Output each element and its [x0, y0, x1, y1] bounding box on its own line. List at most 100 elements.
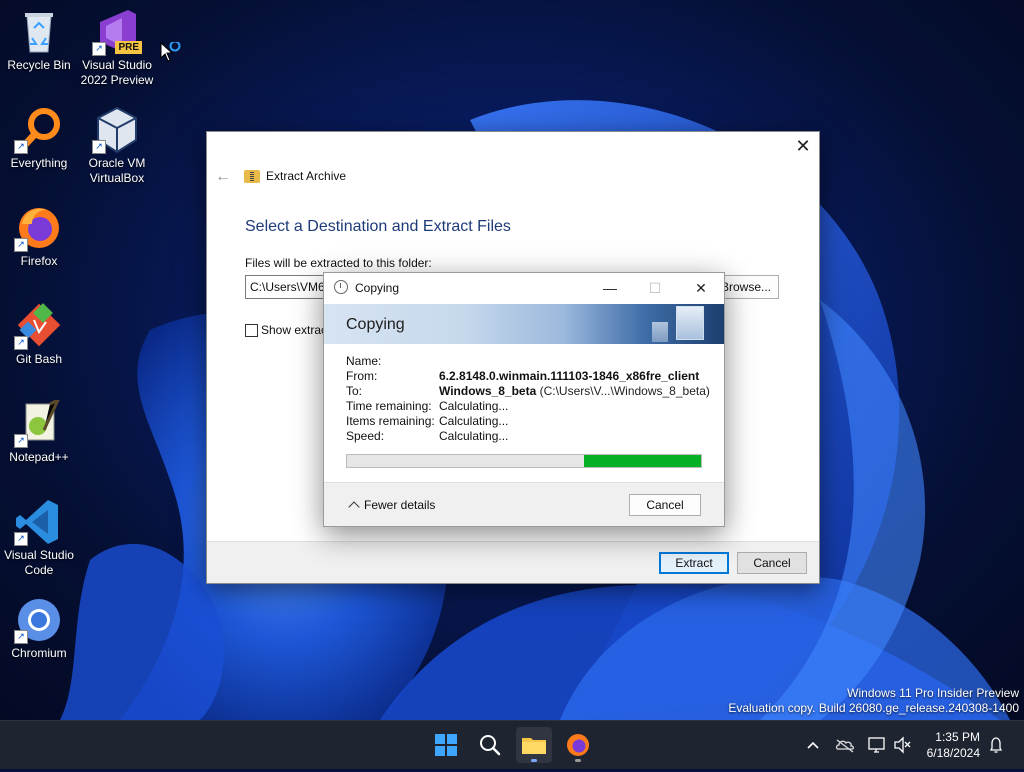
- file-explorer-icon: [522, 738, 546, 754]
- copy-progress-bar: [346, 454, 702, 468]
- progress-fill: [584, 455, 701, 467]
- banner-decoration: [676, 306, 704, 340]
- recycle-bin-icon: [14, 8, 64, 56]
- onedrive-tray[interactable]: [834, 721, 856, 769]
- start-button[interactable]: [428, 727, 464, 763]
- shortcut-arrow-icon: ↗: [14, 336, 28, 350]
- desktop-icon-label: Everything: [10, 156, 68, 170]
- desktop-icon-label: Firefox: [20, 254, 58, 268]
- search-icon: [480, 735, 501, 756]
- shortcut-arrow-icon: ↗: [14, 630, 28, 644]
- maximize-button: ☐: [648, 280, 662, 296]
- copying-banner: Copying: [324, 304, 724, 344]
- desktop-icon-label: Git Bash: [15, 352, 63, 366]
- desktop-icon-recycle-bin[interactable]: Recycle Bin: [0, 8, 78, 73]
- time-label: Time remaining:: [346, 399, 432, 413]
- time-value: Calculating...: [439, 399, 509, 413]
- copying-dialog: Copying — ☐ ✕ Copying Name: From: 6.2.814…: [323, 272, 725, 527]
- desktop-icon-visual-studio-preview[interactable]: PRE ↗ Visual Studio 2022 Preview: [78, 8, 156, 88]
- tray-overflow-button[interactable]: [804, 721, 822, 769]
- vscode-icon: ↗: [14, 498, 64, 546]
- running-indicator: [531, 759, 537, 762]
- fewer-details-label: Fewer details: [364, 498, 436, 512]
- desktop-icon-vscode[interactable]: ↗ Visual Studio Code: [0, 498, 78, 578]
- desktop-icon-everything[interactable]: ↗ Everything: [0, 106, 78, 171]
- taskbar-file-explorer[interactable]: [516, 727, 552, 763]
- copying-titlebar: Copying — ☐ ✕: [324, 273, 724, 303]
- wizard-footer: Extract Cancel: [207, 541, 819, 583]
- to-path: (C:\Users\V...\Windows_8_beta): [539, 384, 710, 398]
- notifications-button[interactable]: [986, 721, 1006, 769]
- cancel-button[interactable]: Cancel: [737, 552, 807, 574]
- desktop-icon-label: Visual Studio 2022 Preview: [80, 58, 154, 87]
- shortcut-arrow-icon: ↗: [14, 238, 28, 252]
- dialog-title: Copying: [355, 281, 400, 295]
- notepad-plus-plus-icon: ↗: [14, 396, 64, 448]
- wizard-title: Extract Archive: [244, 169, 346, 183]
- to-label: To:: [346, 384, 363, 398]
- close-button[interactable]: ✕: [686, 277, 716, 299]
- page-heading: Select a Destination and Extract Files: [245, 218, 511, 235]
- taskbar: 1:35 PM 6/18/2024: [0, 720, 1024, 769]
- zip-folder-icon: [244, 169, 260, 183]
- to-value: Windows_8_beta: [439, 384, 537, 398]
- items-label: Items remaining:: [346, 414, 435, 428]
- back-arrow-icon[interactable]: ←: [215, 168, 231, 186]
- watermark-line-1: Windows 11 Pro Insider Preview: [847, 686, 1019, 700]
- items-value: Calculating...: [439, 414, 509, 428]
- speed-row: Speed: Calculating...: [346, 429, 710, 444]
- clock-icon: [334, 280, 348, 294]
- cloud-offline-icon: [835, 739, 855, 753]
- system-clock[interactable]: 1:35 PM 6/18/2024: [918, 729, 980, 761]
- from-row: From: 6.2.8148.0.winmain.111103-1846_x86f…: [346, 369, 710, 384]
- from-value: 6.2.8148.0.winmain.111103-1846_x86fre_cl…: [439, 369, 700, 383]
- volume-tray[interactable]: [892, 721, 912, 769]
- shortcut-arrow-icon: ↗: [92, 140, 106, 154]
- chromium-icon: ↗: [14, 596, 64, 644]
- desktop-icon-git-bash[interactable]: ↗ Git Bash: [0, 302, 78, 367]
- chevron-up-icon: [807, 741, 819, 749]
- git-bash-icon: ↗: [14, 302, 64, 350]
- destination-label: Files will be extracted to this folder:: [245, 256, 432, 270]
- desktop-icon-chromium[interactable]: ↗ Chromium: [0, 596, 78, 661]
- clock-time: 1:35 PM: [935, 730, 980, 744]
- desktop-icon-label: Notepad++: [9, 450, 69, 464]
- shortcut-arrow-icon: ↗: [14, 532, 28, 546]
- firefox-icon: [567, 734, 589, 756]
- network-monitor-icon: [868, 737, 885, 753]
- speed-label: Speed:: [346, 429, 385, 443]
- network-tray[interactable]: [866, 721, 888, 769]
- taskbar-firefox[interactable]: [560, 727, 596, 763]
- items-row: Items remaining: Calculating...: [346, 414, 710, 429]
- to-row: To: Windows_8_beta (C:\Users\V...\Windows…: [346, 384, 710, 399]
- windows-logo-icon: [435, 734, 457, 756]
- name-row: Name:: [346, 354, 710, 369]
- busy-cursor-icon: [160, 40, 184, 69]
- extract-button[interactable]: Extract: [659, 552, 729, 574]
- time-row: Time remaining: Calculating...: [346, 399, 710, 414]
- cancel-copy-button[interactable]: Cancel: [629, 494, 701, 516]
- desktop-icon-firefox[interactable]: ↗ Firefox: [0, 204, 78, 269]
- desktop-icon-notepad-plus-plus[interactable]: ↗ Notepad++: [0, 396, 78, 465]
- show-files-checkbox[interactable]: [245, 323, 258, 337]
- desktop-icon-label: Oracle VM VirtualBox: [88, 156, 146, 185]
- running-indicator: [575, 759, 581, 762]
- copy-footer: Fewer details Cancel: [324, 482, 724, 526]
- speaker-muted-icon: [894, 736, 911, 754]
- destination-path-input[interactable]: C:\Users\VM6...: [245, 275, 331, 299]
- search-button[interactable]: [472, 727, 508, 763]
- desktop-icon-virtualbox[interactable]: ↗ Oracle VM VirtualBox: [78, 106, 156, 186]
- close-button[interactable]: ✕: [795, 137, 811, 155]
- everything-search-icon: ↗: [14, 106, 64, 154]
- watermark-line-2: Evaluation copy. Build 26080.ge_release.…: [728, 701, 1019, 715]
- minimize-button[interactable]: —: [595, 277, 625, 299]
- name-label: Name:: [346, 354, 382, 368]
- desktop-icon-label: Visual Studio Code: [4, 548, 74, 577]
- banner-decoration: [652, 322, 668, 342]
- virtualbox-icon: ↗: [92, 106, 142, 154]
- wizard-title-text: Extract Archive: [266, 169, 347, 183]
- shortcut-arrow-icon: ↗: [14, 140, 28, 154]
- shortcut-arrow-icon: ↗: [92, 42, 106, 56]
- fewer-details-toggle[interactable]: Fewer details: [348, 498, 436, 513]
- clock-date: 6/18/2024: [926, 746, 980, 760]
